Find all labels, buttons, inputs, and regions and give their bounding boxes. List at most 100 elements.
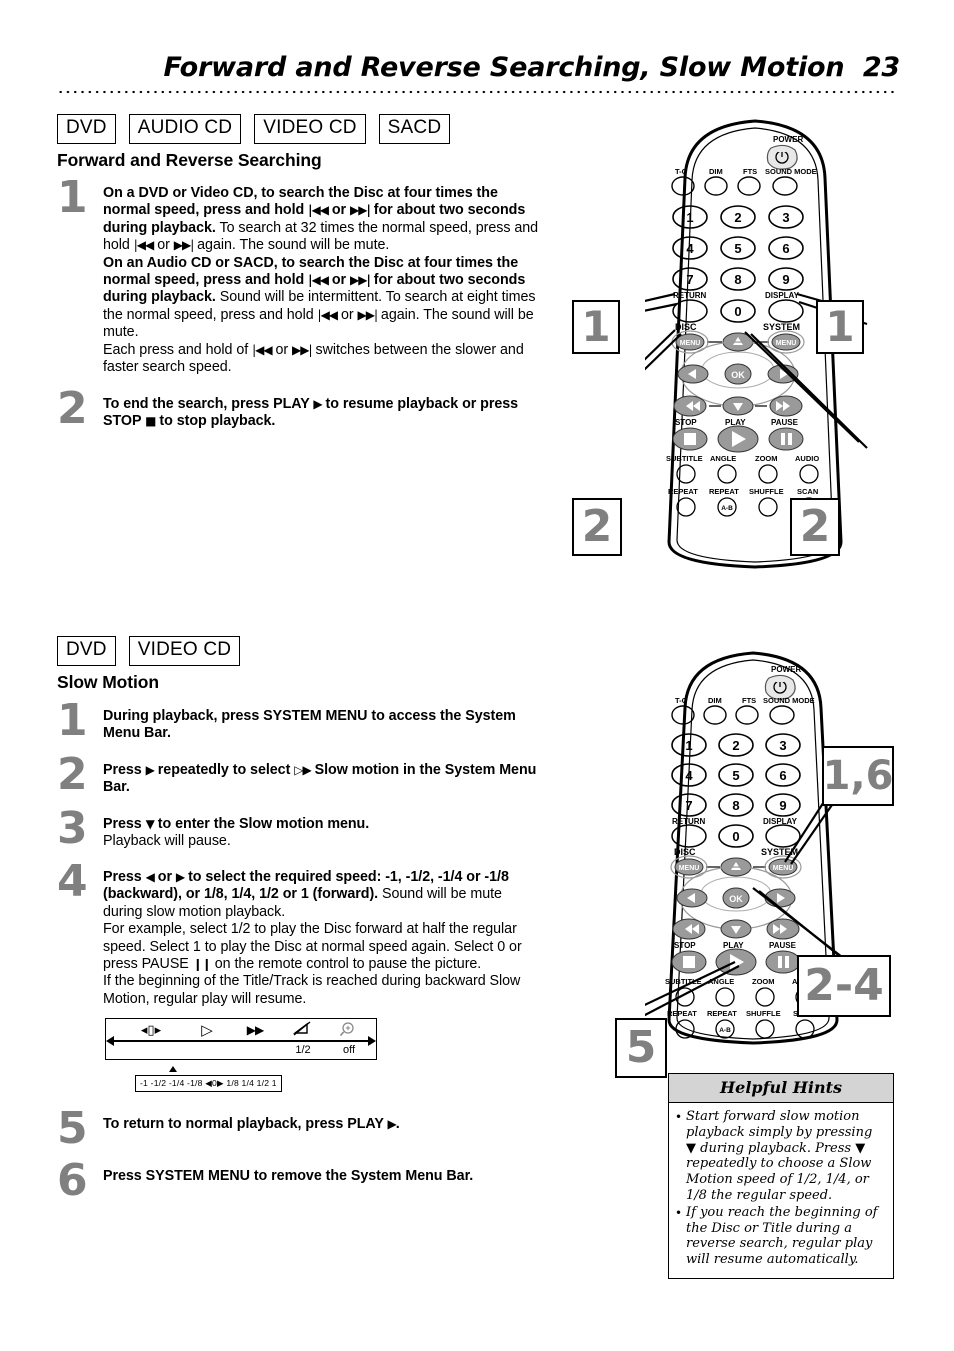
step-text: Press ◀ or ▶ to select the required spee…: [103, 869, 522, 1007]
label-repeat-ab: REPEAT: [707, 1009, 737, 1018]
key-6: 6: [782, 241, 789, 256]
rewind-search-button: [672, 918, 706, 940]
key-4: 4: [685, 768, 693, 783]
step-number: 3: [57, 803, 88, 854]
step-number: 6: [57, 1155, 88, 1206]
callout-text: 1,6: [822, 753, 894, 799]
disc-badge-dvd: DVD: [57, 636, 116, 666]
label-repeat: REPEAT: [667, 1009, 697, 1018]
hint-text: Start forward slow motion playback simpl…: [686, 1109, 873, 1203]
label-scan: SCAN: [797, 487, 818, 496]
stop-button: [671, 950, 707, 974]
menu-item-slow-motion[interactable]: ▷: [186, 1021, 228, 1041]
function-buttons: [671, 705, 795, 725]
label-disc: DISC: [675, 322, 697, 332]
zoom-icon-svg: [339, 1022, 354, 1037]
label-repeat: REPEAT: [668, 487, 698, 496]
step-2-2: 2 Press ▶ repeatedly to select ▷▶ Slow m…: [57, 753, 543, 797]
scan-button: [795, 1019, 815, 1039]
label-angle: ANGLE: [710, 454, 736, 463]
bullet-icon: •: [675, 1205, 683, 1220]
label-shuffle: SHUFFLE: [746, 1009, 781, 1018]
callout-text: 2: [581, 501, 613, 552]
helpful-hints-list: • Start forward slow motion playback simp…: [669, 1103, 893, 1278]
header-divider: [57, 90, 898, 94]
disc-menu-button: MENU: [670, 855, 708, 879]
ok-label: OK: [729, 894, 743, 904]
bullet-icon: •: [675, 1110, 683, 1124]
label-pause: PAUSE: [771, 418, 799, 427]
key-1: 1: [686, 210, 693, 225]
step-text: Press SYSTEM MENU to remove the System M…: [103, 1168, 474, 1184]
hint-item: • Start forward slow motion playback simp…: [675, 1109, 885, 1204]
menu-item-zoom[interactable]: off: [328, 1021, 370, 1056]
slow-motion-icon: ▷: [201, 1021, 213, 1039]
callout-text: 2: [799, 501, 831, 552]
down-button: [720, 919, 752, 939]
pause-button: [768, 427, 804, 451]
menu-item-fast-forward[interactable]: ▶▶: [234, 1021, 276, 1041]
key-8: 8: [734, 272, 741, 287]
key-1: 1: [685, 738, 692, 753]
system-menu-button: MENU: [767, 330, 805, 354]
rewind-search-button: [673, 395, 707, 417]
sound-mute-icon-svg: [292, 1021, 311, 1036]
page-title-text: Forward and Reverse Searching, Slow Moti…: [163, 52, 845, 83]
label-dim: DIM: [708, 696, 722, 705]
step-number: 1: [57, 695, 88, 746]
slow-motion-speed-scale[interactable]: -1 -1/2 -1/4 -1/8 ◀0▶ 1/8 1/4 1/2 1: [135, 1075, 282, 1092]
key-4: 4: [686, 241, 694, 256]
zoom-icon: [328, 1021, 370, 1041]
callout-2-left: 2: [572, 498, 622, 556]
menu-item-frame-step[interactable]: ◂▯▸: [130, 1021, 172, 1041]
disc-badge-audio-cd: AUDIO CD: [128, 114, 242, 144]
display-button: [768, 299, 804, 323]
helpful-hints-box: Helpful Hints • Start forward slow motion…: [668, 1073, 894, 1279]
label-zoom: ZOOM: [755, 454, 778, 463]
left-button: [676, 888, 708, 908]
repeat-button: [676, 497, 696, 517]
key-2: 2: [732, 738, 739, 753]
step-2-3: 3 Press ▼ to enter the Slow motion menu.…: [57, 807, 543, 851]
disc-badge-video-cd: VIDEO CD: [254, 114, 366, 144]
step-number: 5: [57, 1103, 88, 1154]
callout-2-right: 2: [790, 498, 840, 556]
left-button: [677, 364, 709, 384]
step-number: 2: [57, 749, 88, 800]
label-system: SYSTEM: [763, 322, 800, 332]
shuffle-button: [755, 1019, 775, 1039]
zoom-button: [755, 987, 775, 1007]
keypad: 1 2 3 4 5 6 7 8 9 0: [672, 205, 804, 323]
label-angle: ANGLE: [708, 977, 734, 986]
menu-item-sound[interactable]: 1/2: [282, 1021, 324, 1056]
step-2-4: 4 Press ◀ or ▶ to select the required sp…: [57, 859, 543, 1008]
disc-badge-video-cd: VIDEO CD: [128, 636, 241, 666]
label-power: POWER: [773, 135, 803, 144]
label-tc: T-C: [675, 696, 688, 705]
menu-label: MENU: [679, 865, 700, 872]
power-button: [766, 144, 798, 170]
play-button: [717, 425, 759, 453]
remote-illustration-searching: POWER T-C DIM FTS SOUND MODE 1 2 3 4 5 6…: [645, 112, 905, 572]
key-5: 5: [734, 241, 741, 256]
angle-button: [717, 464, 737, 484]
step-number: 4: [57, 856, 88, 907]
label-dim: DIM: [709, 167, 723, 176]
ok-label: OK: [731, 370, 745, 380]
sound-mute-icon: [282, 1021, 324, 1041]
hint-text: If you reach the beginning of the Disc o…: [686, 1204, 878, 1268]
key-0: 0: [734, 304, 741, 319]
sound-value: 1/2: [295, 1044, 311, 1056]
page-number: 23: [862, 52, 900, 83]
audio-button: [799, 464, 819, 484]
callout-text: 1: [825, 302, 855, 351]
helpful-hints-title: Helpful Hints: [669, 1074, 893, 1103]
callout-1-6: 1,6: [822, 746, 894, 806]
key-9: 9: [779, 798, 786, 813]
label-fts: FTS: [742, 696, 756, 705]
step-text: To end the search, press PLAY ▶ to resum…: [103, 396, 519, 430]
angle-button: [715, 987, 735, 1007]
label-sound-mode: SOUND MODE: [763, 696, 815, 705]
ok-button: OK: [722, 887, 750, 909]
step-text: To return to normal playback, press PLAY…: [103, 1116, 400, 1132]
